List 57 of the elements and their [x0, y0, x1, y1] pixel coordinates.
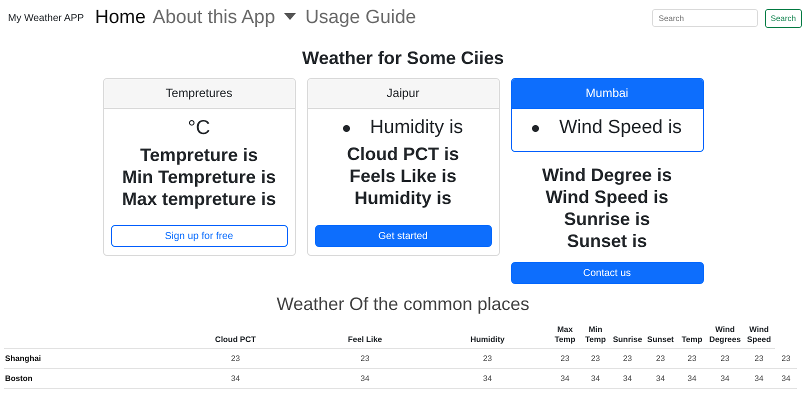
nav-link[interactable]: Home — [94, 7, 146, 29]
unit-text: °C — [188, 117, 210, 140]
bullet-icon — [532, 124, 540, 132]
table-cell: 23 — [360, 354, 370, 363]
section-heading: Weather Of the common places — [276, 294, 530, 315]
bullet-text: Humidity is — [370, 117, 463, 139]
caret-icon[interactable] — [284, 12, 296, 20]
table-cell: 23 — [688, 354, 696, 363]
column-header: Temp — [682, 335, 702, 344]
table-cell: 34 — [656, 374, 665, 383]
bullet-text: Wind Speed is — [559, 117, 682, 139]
table-cell: 34 — [231, 374, 240, 383]
table-cell: 23 — [560, 354, 570, 363]
nav-link[interactable]: Usage Guide — [305, 7, 416, 29]
weather-lines: Cloud PCT is Feels Like is Humidity is — [347, 143, 459, 209]
search-button[interactable]: Search — [764, 8, 802, 28]
table-cell: 34 — [623, 374, 632, 383]
table-cell: 23 — [231, 354, 240, 363]
page-heading: Weather for Some Ciies — [301, 48, 505, 69]
weather-lines: Wind Degree is Wind Speed is Sunrise is Sunset is — [541, 164, 673, 252]
bullet-icon — [343, 124, 350, 132]
card-header: Mumbai — [512, 79, 702, 109]
action-button[interactable]: Sign up for free — [110, 225, 288, 247]
table-cell: 23 — [591, 354, 600, 363]
table-cell: 23 — [656, 354, 665, 363]
column-header: Max Temp — [554, 325, 576, 344]
table-cell: 34 — [360, 374, 370, 383]
action-button[interactable]: Get started — [314, 225, 492, 247]
table-cell: 23 — [720, 354, 730, 363]
row-header: Boston — [5, 374, 33, 383]
table-cell: 34 — [688, 374, 696, 383]
column-header: Feel Like — [348, 335, 382, 344]
table-cell: 34 — [782, 374, 790, 383]
action-button[interactable]: Contact us — [510, 262, 704, 284]
column-header: Wind Speed — [746, 325, 771, 344]
table-cell: 34 — [591, 374, 600, 383]
table-cell: 23 — [754, 354, 764, 363]
table-cell: 34 — [560, 374, 570, 383]
nav-link[interactable]: About this App — [152, 7, 276, 29]
column-header: Sunset — [647, 335, 674, 344]
column-header: Sunrise — [612, 335, 642, 344]
column-header: Cloud PCT — [215, 335, 256, 344]
card-header: Tempretures — [104, 79, 294, 109]
row-header: Shanghai — [5, 354, 42, 363]
table-cell: 34 — [754, 374, 764, 383]
column-header: Humidity — [470, 335, 505, 344]
table-cell: 23 — [483, 354, 492, 363]
search-field[interactable]: Search — [652, 9, 758, 27]
card-header: Jaipur — [308, 79, 498, 109]
brand-name[interactable]: My Weather APP — [8, 12, 84, 24]
table-cell: 23 — [782, 354, 790, 363]
table-cell: 34 — [720, 374, 730, 383]
column-header: Min Temp — [585, 325, 606, 344]
table-cell: 23 — [623, 354, 632, 363]
weather-lines: Tempreture is Min Tempreture is Max tempreture is — [122, 144, 276, 210]
table-cell: 34 — [483, 374, 492, 383]
column-header: Wind Degrees — [709, 325, 741, 344]
